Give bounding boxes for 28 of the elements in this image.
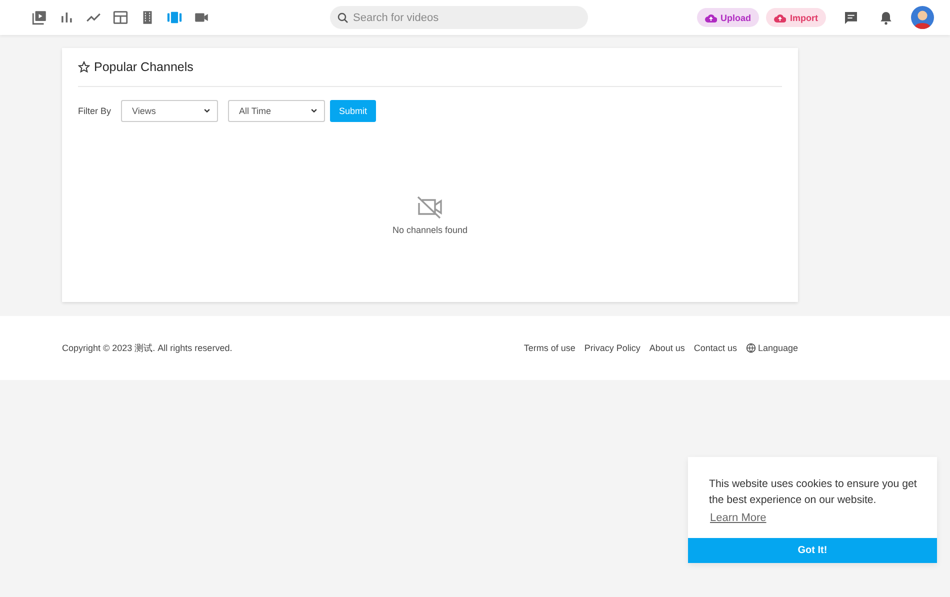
copyright-text: Copyright © 2023 测试. All rights reserved. [62,342,232,354]
video-library-icon[interactable] [31,9,48,26]
video-off-icon [416,195,444,219]
chevron-down-icon [203,107,212,115]
card-title: Popular Channels [94,60,194,74]
upload-button[interactable]: Upload [696,8,759,27]
learn-more-link[interactable]: Learn More [710,512,766,524]
search-field[interactable]: Search for videos [330,6,588,29]
footer-link[interactable]: Terms of use [524,343,576,353]
empty-message: No channels found [392,225,468,235]
globe-icon [746,343,756,353]
period-select[interactable]: All Time [228,100,326,122]
message-icon[interactable] [843,10,859,26]
avatar[interactable] [911,6,934,29]
bell-icon[interactable] [878,10,894,26]
filter-label: Filter By [78,106,112,116]
cookie-message: This website uses cookies to ensure you get the best experience on our website. [708,477,918,508]
star-icon [78,61,90,73]
cloud-upload-icon [774,12,786,22]
chevron-down-icon [310,107,318,115]
language-link[interactable]: Language [746,343,798,353]
sort-select[interactable]: Views [121,100,218,122]
layout-icon[interactable] [112,9,129,26]
carousel-icon[interactable] [166,9,183,26]
cloud-upload-icon [704,12,716,22]
footer-link[interactable]: Privacy Policy [584,343,640,353]
footer-link[interactable]: About us [649,343,685,353]
footer-link[interactable]: Contact us [694,343,737,353]
